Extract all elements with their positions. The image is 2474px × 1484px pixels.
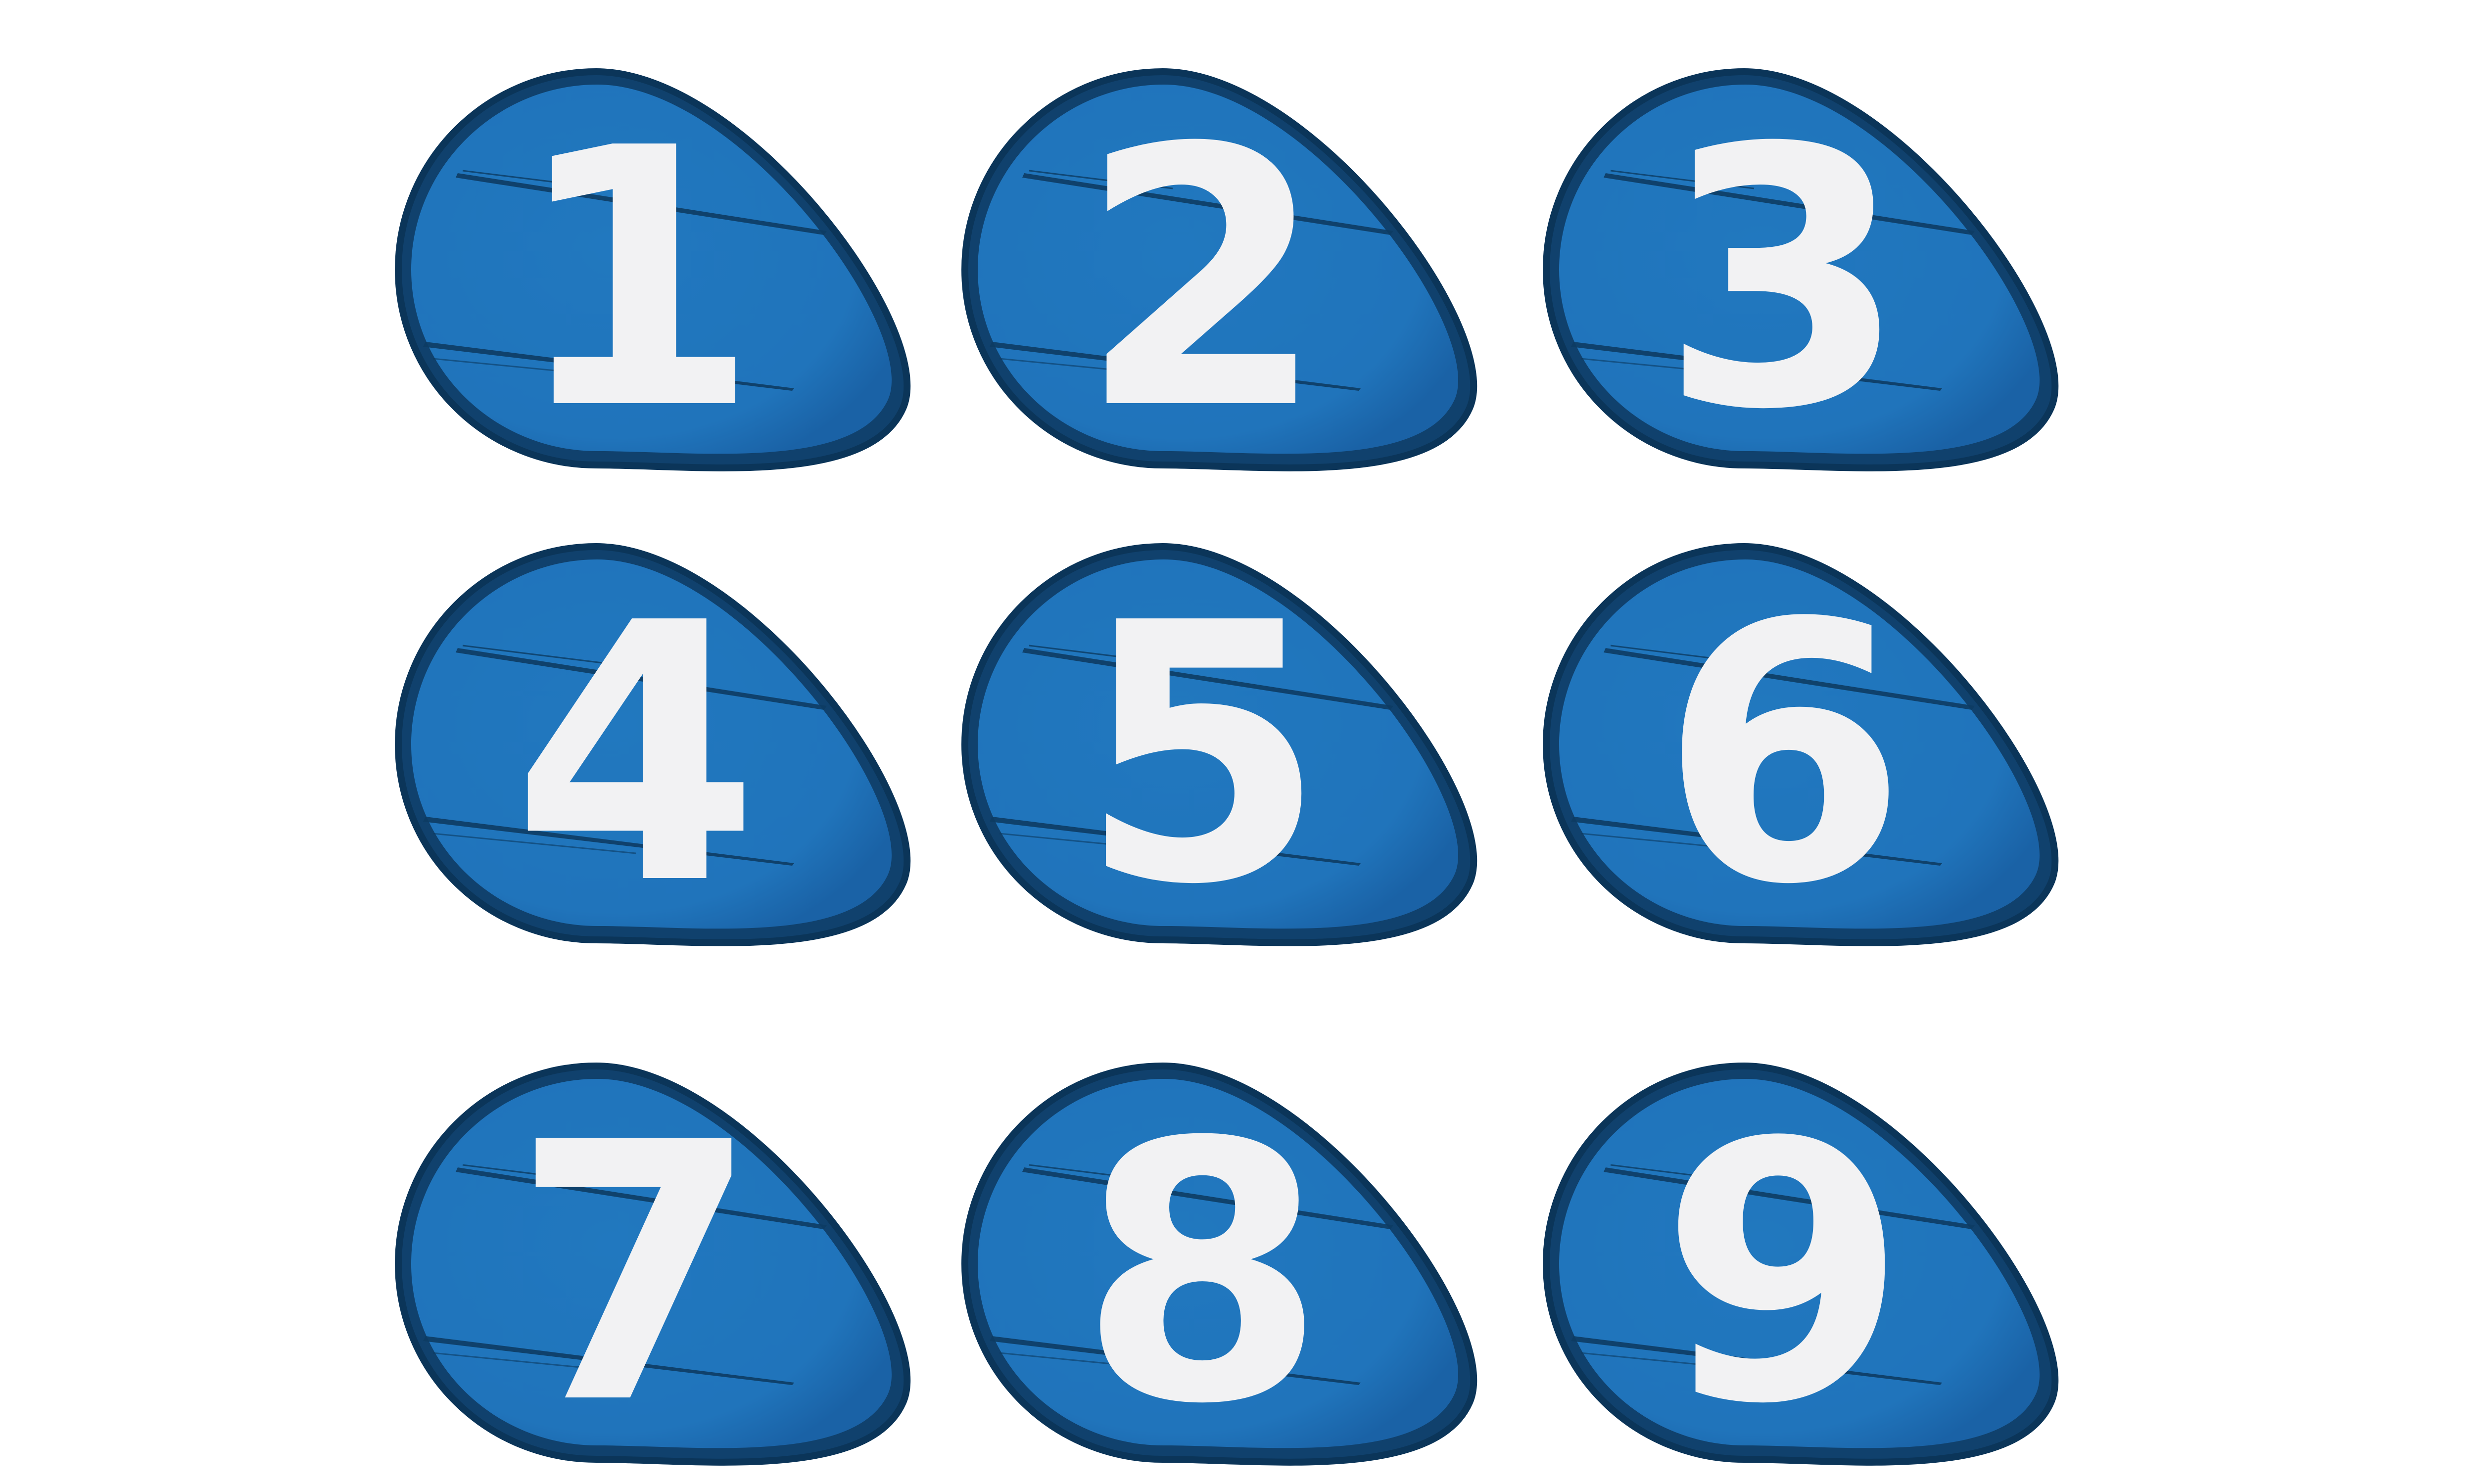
badge-number-label: 6 [1660, 548, 1908, 962]
badge-number-label: 5 [1079, 548, 1327, 962]
badge-number-label: 8 [1079, 1067, 1327, 1482]
number-badge-7: 7 [398, 1066, 907, 1482]
number-badge-6: 6 [1546, 547, 2055, 962]
badge-number-label: 7 [512, 1067, 760, 1482]
number-badge-5: 5 [965, 547, 1474, 962]
number-badge-9: 9 [1546, 1066, 2055, 1482]
badge-number-label: 3 [1660, 73, 1908, 487]
badge-number-label: 2 [1079, 73, 1327, 487]
badge-number-label: 1 [512, 73, 760, 487]
number-badge-2: 2 [965, 72, 1474, 487]
number-badge-3: 3 [1546, 72, 2055, 487]
number-badge-1: 1 [398, 72, 907, 487]
number-badge-grid: 1 2 3 4 5 6 7 8 9 [0, 0, 2474, 1482]
badge-number-label: 9 [1660, 1067, 1908, 1482]
number-badge-8: 8 [965, 1066, 1474, 1482]
number-badge-4: 4 [398, 547, 907, 962]
badge-number-label: 4 [512, 548, 760, 962]
